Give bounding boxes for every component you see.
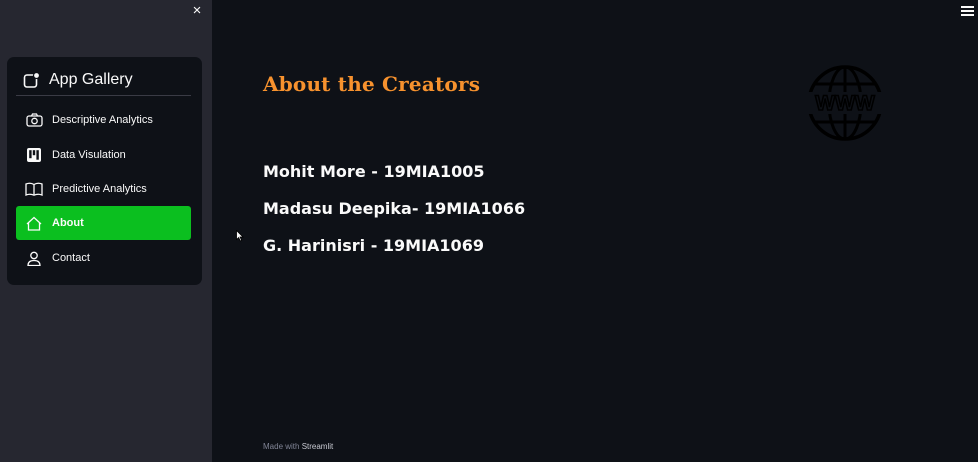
menu-divider: [16, 95, 191, 96]
footer: Made with Streamlit: [263, 442, 333, 451]
nav-item-about[interactable]: About: [16, 206, 191, 240]
sidebar: × App Gallery Descriptive Analytics Data…: [0, 0, 212, 462]
streamlit-link[interactable]: Streamlit: [302, 442, 334, 451]
mouse-cursor-icon: [236, 230, 244, 242]
book-icon: [25, 181, 43, 197]
nav-label: About: [52, 217, 84, 229]
nav-item-predictive-analytics[interactable]: Predictive Analytics: [16, 172, 191, 206]
nav-item-descriptive-analytics[interactable]: Descriptive Analytics: [16, 103, 191, 137]
camera-icon: [25, 112, 43, 128]
www-logo-text: WWW: [815, 92, 875, 115]
option-menu: App Gallery Descriptive Analytics Data V…: [7, 57, 202, 285]
main-menu-button[interactable]: [961, 6, 974, 18]
app-indicator-icon: [23, 71, 40, 88]
kanban-icon: [25, 147, 43, 163]
nav-item-contact[interactable]: Contact: [16, 241, 191, 275]
menu-header: App Gallery: [23, 70, 133, 90]
person-icon: [25, 250, 43, 266]
close-sidebar-button[interactable]: ×: [189, 3, 205, 19]
nav-label: Descriptive Analytics: [52, 114, 153, 126]
house-icon: [25, 215, 43, 231]
page-title: About the Creators: [263, 72, 481, 96]
nav-label: Predictive Analytics: [52, 183, 147, 195]
creator-name: G. Harinisri - 19MIA1069: [263, 236, 484, 255]
menu-title: App Gallery: [49, 71, 133, 88]
creator-name: Madasu Deepika- 19MIA1066: [263, 199, 526, 218]
creator-name: Mohit More - 19MIA1005: [263, 162, 485, 181]
footer-text: Made with: [263, 442, 302, 451]
nav-item-data-visulation[interactable]: Data Visulation: [16, 138, 191, 172]
nav-label: Contact: [52, 252, 90, 264]
nav-label: Data Visulation: [52, 149, 126, 161]
www-globe-icon: WWW: [806, 65, 884, 141]
